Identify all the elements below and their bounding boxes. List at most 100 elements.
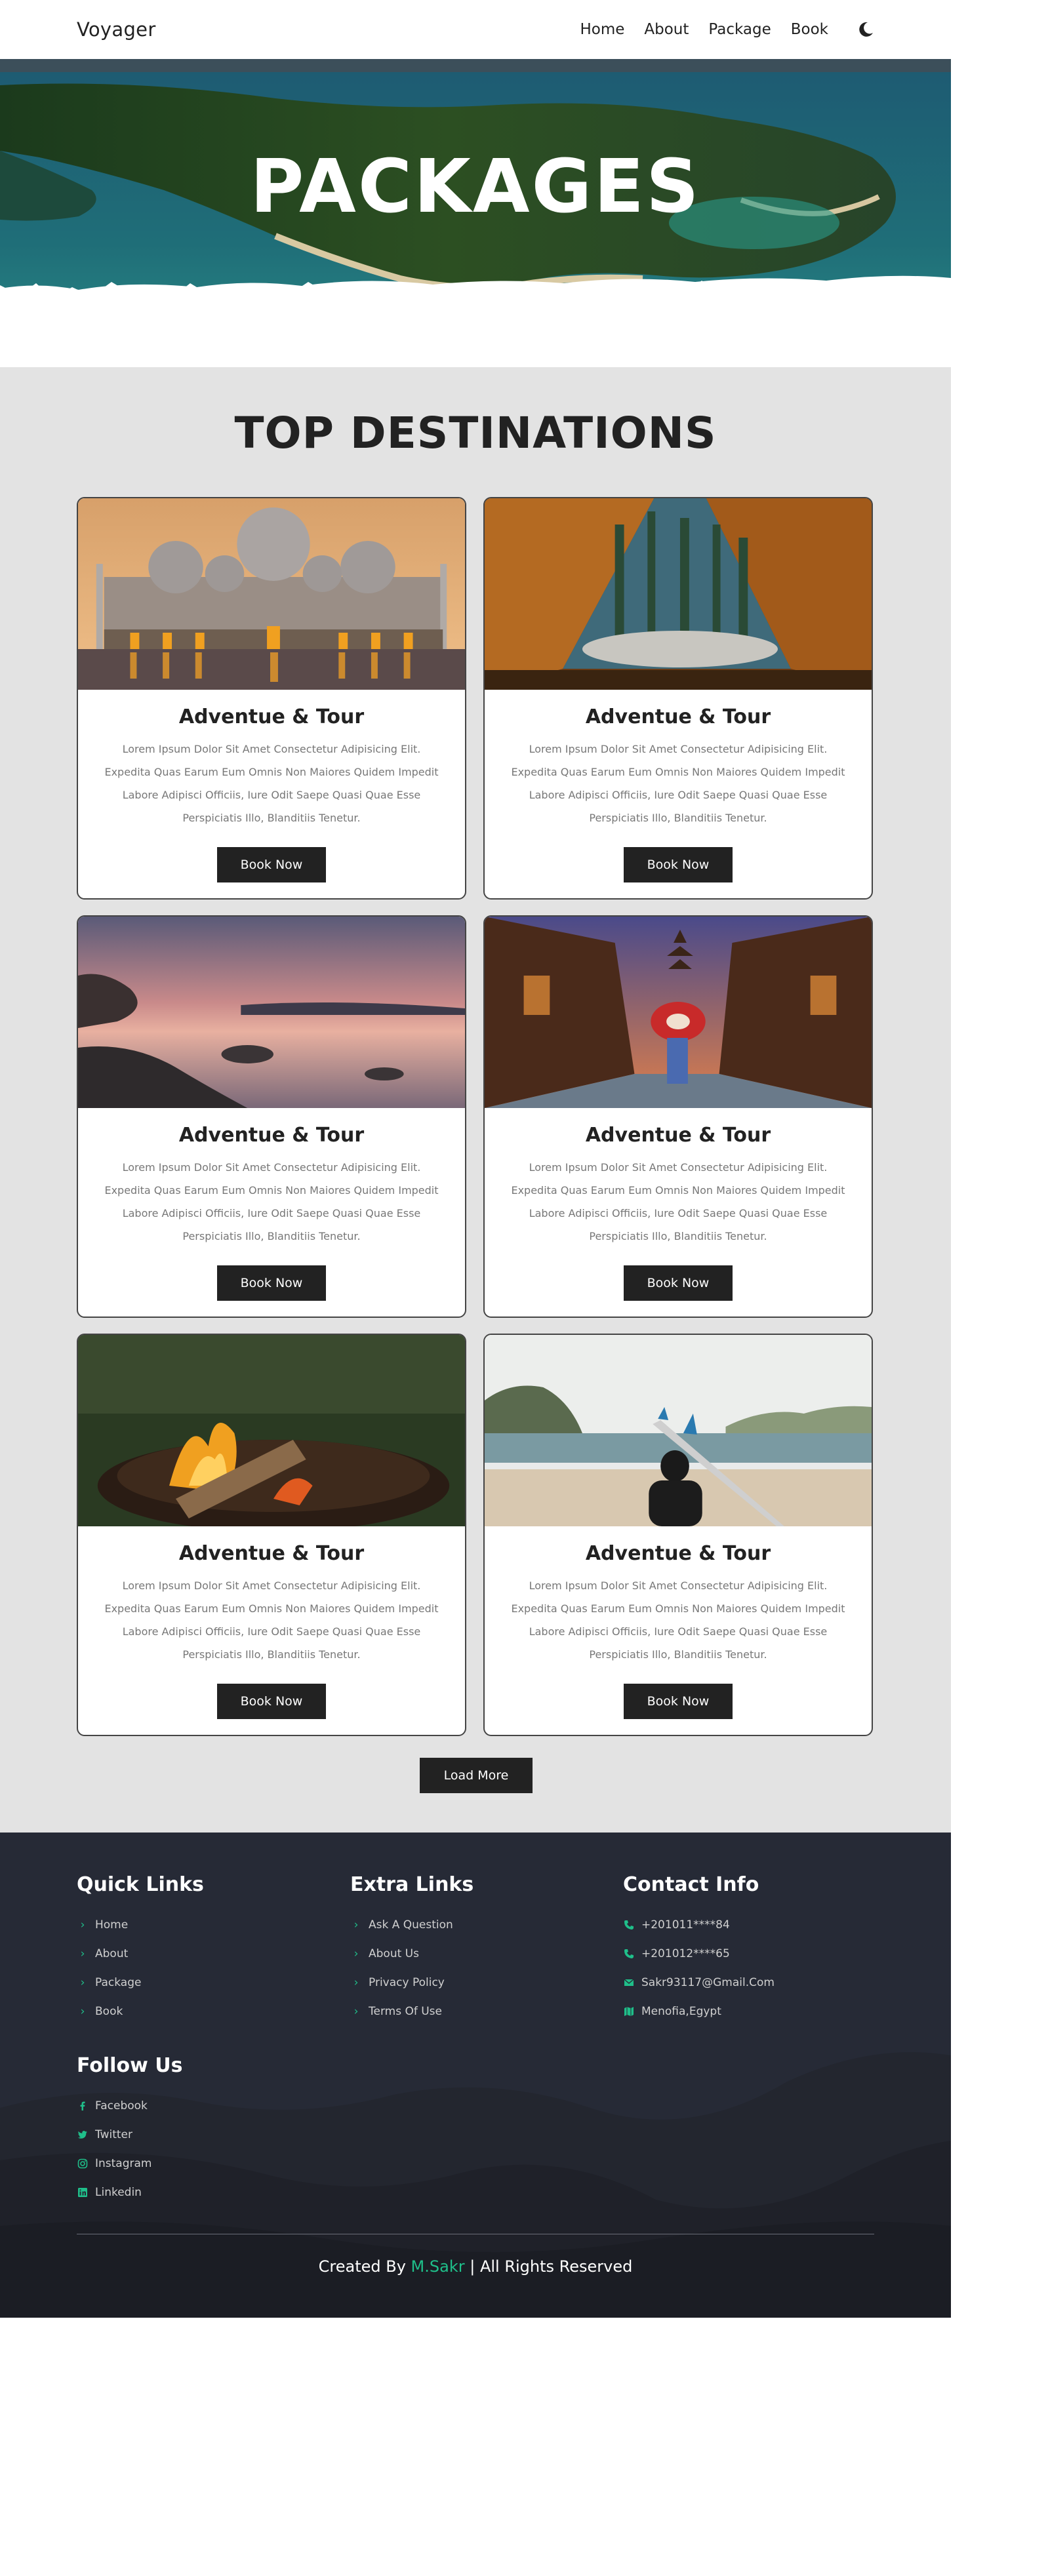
nav-link-about[interactable]: About — [644, 21, 689, 38]
footer-link-package[interactable]: › Package — [77, 1968, 204, 1997]
footer-contact-info: Contact Info +201011****84 +201012****65… — [623, 1873, 775, 2026]
card-description: Lorem Ipsum Dolor Sit Amet Consectetur A… — [104, 1579, 439, 1661]
contact-phone-2[interactable]: +201012****65 — [623, 1939, 775, 1968]
social-link-linkedin[interactable]: Linkedin — [77, 2178, 182, 2207]
card-description: Lorem Ipsum Dolor Sit Amet Consectetur A… — [104, 1161, 439, 1242]
card-description: Lorem Ipsum Dolor Sit Amet Consectetur A… — [104, 743, 439, 824]
social-link-label: Facebook — [95, 2099, 148, 2112]
destination-card: Adventue & Tour Lorem Ipsum Dolor Sit Am… — [483, 915, 873, 1318]
card-image-lake — [78, 917, 465, 1108]
footer-link-label: Home — [95, 1918, 129, 1932]
twitter-icon — [77, 2130, 89, 2140]
footer-link-ask-question[interactable]: › Ask A Question — [350, 1911, 474, 1939]
footer-link-label: Ask A Question — [369, 1918, 453, 1932]
card-image-tent — [485, 498, 872, 690]
footer-link-about[interactable]: › About — [77, 1939, 204, 1968]
contact-location-label: Menofia,Egypt — [641, 2005, 721, 2018]
card-description: Lorem Ipsum Dolor Sit Amet Consectetur A… — [511, 1579, 845, 1661]
footer-link-terms[interactable]: › Terms Of Use — [350, 1997, 474, 2026]
footer-heading: Contact Info — [623, 1873, 759, 1896]
moon-icon[interactable] — [857, 21, 874, 38]
social-link-facebook[interactable]: Facebook — [77, 2091, 182, 2120]
site-logo[interactable]: Voyager — [77, 18, 156, 41]
contact-location[interactable]: Menofia,Egypt — [623, 1997, 775, 2026]
social-link-twitter[interactable]: Twitter — [77, 2120, 182, 2149]
chevron-right-icon: › — [353, 1947, 359, 1960]
destination-card: Adventue & Tour Lorem Ipsum Dolor Sit Am… — [483, 1334, 873, 1736]
hero-banner: PACKAGES — [0, 59, 951, 367]
book-now-button[interactable]: Book Now — [624, 1265, 733, 1301]
social-link-label: Twitter — [95, 2128, 132, 2141]
footer-credit: Created By M.Sakr | All Rights Reserved — [0, 2257, 951, 2276]
card-title: Adventue & Tour — [178, 1124, 365, 1147]
book-now-button[interactable]: Book Now — [217, 1684, 326, 1719]
nav-link-home[interactable]: Home — [580, 21, 624, 38]
book-now-button[interactable]: Book Now — [217, 847, 326, 882]
chevron-right-icon: › — [80, 1976, 85, 1989]
book-now-button[interactable]: Book Now — [624, 1684, 733, 1719]
card-description: Lorem Ipsum Dolor Sit Amet Consectetur A… — [511, 1161, 845, 1242]
chevron-right-icon: › — [80, 1947, 85, 1960]
footer-link-label: About — [95, 1947, 129, 1960]
card-image-street — [485, 917, 872, 1108]
load-more-button[interactable]: Load More — [420, 1758, 533, 1793]
destination-card: Adventue & Tour Lorem Ipsum Dolor Sit Am… — [483, 497, 873, 900]
phone-icon — [623, 1920, 635, 1930]
card-description: Lorem Ipsum Dolor Sit Amet Consectetur A… — [511, 743, 845, 824]
card-image-mosque — [78, 498, 465, 690]
credit-suffix: | All Rights Reserved — [470, 2257, 633, 2276]
contact-email[interactable]: Sakr93117@Gmail.Com — [623, 1968, 775, 1997]
book-now-button[interactable]: Book Now — [624, 847, 733, 882]
contact-phone-1[interactable]: +201011****84 — [623, 1911, 775, 1939]
footer-link-label: Terms Of Use — [369, 2005, 442, 2018]
contact-phone-label: +201012****65 — [641, 1947, 730, 1960]
footer-heading: Extra Links — [350, 1873, 474, 1896]
card-title: Adventue & Tour — [178, 705, 365, 728]
footer-link-about-us[interactable]: › About Us — [350, 1939, 474, 1968]
hero-title: PACKAGES — [250, 144, 701, 229]
instagram-icon — [77, 2158, 89, 2169]
card-title: Adventue & Tour — [178, 1542, 365, 1565]
chevron-right-icon: › — [80, 1918, 85, 1932]
chevron-right-icon: › — [353, 1976, 359, 1989]
card-image-beach — [485, 1335, 872, 1526]
credit-author-link[interactable]: M.Sakr — [411, 2257, 465, 2276]
social-link-label: Linkedin — [95, 2186, 142, 2199]
footer-link-book[interactable]: › Book — [77, 1997, 204, 2026]
destination-card: Adventue & Tour Lorem Ipsum Dolor Sit Am… — [77, 1334, 466, 1736]
contact-phone-label: +201011****84 — [641, 1918, 730, 1932]
map-icon — [623, 2006, 635, 2017]
footer-heading: Quick Links — [77, 1873, 204, 1896]
footer-quick-links: Quick Links › Home › About › Package › Book — [77, 1873, 204, 2026]
section-title: TOP DESTINATIONS — [234, 408, 717, 458]
destinations-section: TOP DESTINATIONS Adventue & Tour Lorem I… — [0, 367, 951, 1833]
book-now-button[interactable]: Book Now — [217, 1265, 326, 1301]
nav-link-package[interactable]: Package — [708, 21, 771, 38]
chevron-right-icon: › — [353, 1918, 359, 1932]
footer-link-label: Package — [95, 1976, 142, 1989]
envelope-icon — [623, 1977, 635, 1988]
card-title: Adventue & Tour — [585, 1124, 771, 1147]
chevron-right-icon: › — [80, 2005, 85, 2018]
chevron-right-icon: › — [353, 2005, 359, 2018]
footer-follow-us: Follow Us Facebook Twitter Instagram Lin… — [77, 2054, 182, 2207]
card-title: Adventue & Tour — [585, 705, 771, 728]
navbar: Voyager Home About Package Book — [0, 0, 951, 59]
footer-link-label: Privacy Policy — [369, 1976, 445, 1989]
footer-link-privacy[interactable]: › Privacy Policy — [350, 1968, 474, 1997]
card-title: Adventue & Tour — [585, 1542, 771, 1565]
social-link-label: Instagram — [95, 2157, 152, 2170]
destination-card: Adventue & Tour Lorem Ipsum Dolor Sit Am… — [77, 915, 466, 1318]
destination-card: Adventue & Tour Lorem Ipsum Dolor Sit Am… — [77, 497, 466, 900]
footer-link-home[interactable]: › Home — [77, 1911, 204, 1939]
nav-link-book[interactable]: Book — [791, 21, 828, 38]
facebook-icon — [77, 2101, 89, 2111]
phone-icon — [623, 1949, 635, 1959]
credit-prefix: Created By — [318, 2257, 406, 2276]
card-image-campfire — [78, 1335, 465, 1526]
footer-link-label: About Us — [369, 1947, 419, 1960]
contact-email-label: Sakr93117@Gmail.Com — [641, 1976, 775, 1989]
footer-extra-links: Extra Links › Ask A Question › About Us › P… — [350, 1873, 474, 2026]
social-link-instagram[interactable]: Instagram — [77, 2149, 182, 2178]
footer-link-label: Book — [95, 2005, 123, 2018]
